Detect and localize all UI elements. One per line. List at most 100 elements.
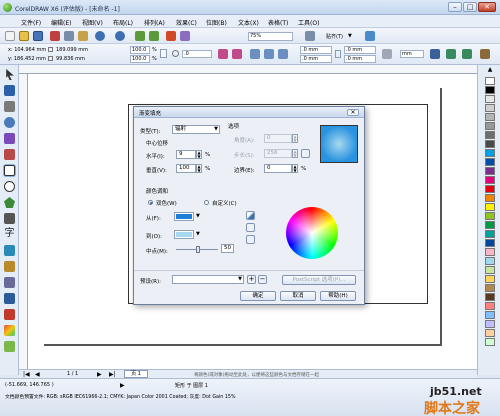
shape-tool-icon[interactable] <box>4 85 15 96</box>
edge-pad-spinner[interactable]: ▲ ▼ <box>292 164 298 173</box>
corner-radius-bottom-left[interactable]: .0 mm <box>300 55 332 63</box>
palette-swatch[interactable] <box>485 194 495 202</box>
paste-icon[interactable] <box>78 31 88 41</box>
page-tab[interactable]: 页 1 <box>124 370 148 378</box>
menu-effects[interactable]: 效果(C) <box>176 18 197 27</box>
rotation-angle-field[interactable]: .0 <box>182 50 212 58</box>
steps-input[interactable]: 256 <box>264 149 292 158</box>
palette-swatch[interactable] <box>485 284 495 292</box>
object-height[interactable]: 99.836 mm <box>56 56 85 62</box>
menu-layout[interactable]: 布局(L) <box>113 18 133 27</box>
to-back-icon[interactable] <box>462 49 472 59</box>
fill-tool-icon[interactable] <box>4 325 15 336</box>
last-page-icon[interactable]: ▶| <box>109 371 116 378</box>
minimize-button[interactable]: – <box>448 2 462 12</box>
new-document-icon[interactable] <box>5 31 15 41</box>
wrap-text-icon[interactable] <box>430 49 440 59</box>
horizontal-input[interactable]: 9 <box>176 150 196 159</box>
basic-shapes-tool-icon[interactable] <box>4 213 15 224</box>
counterclockwise-blend-icon[interactable] <box>246 223 255 232</box>
copy-icon[interactable] <box>64 31 74 41</box>
palette-scroll-up-icon[interactable]: ▲ <box>485 67 495 73</box>
lock-corners-icon[interactable] <box>335 50 341 58</box>
palette-swatch[interactable] <box>485 320 495 328</box>
application-launcher-icon[interactable] <box>180 31 190 41</box>
previous-page-icon[interactable]: ◀ <box>35 371 40 378</box>
outline-pen-tool-icon[interactable] <box>4 309 15 320</box>
maximize-button[interactable]: □ <box>463 2 477 12</box>
outline-width-field[interactable]: mm <box>400 50 424 58</box>
undo-icon[interactable] <box>95 31 105 41</box>
color-wheel[interactable] <box>286 207 338 259</box>
vertical-input[interactable]: 100 <box>176 164 196 173</box>
midpoint-input[interactable]: 50 <box>221 244 234 253</box>
corner-radius-bottom-right[interactable]: .0 mm <box>344 55 376 63</box>
pick-tool-icon[interactable] <box>6 69 14 80</box>
palette-swatch[interactable] <box>485 86 495 94</box>
palette-swatch[interactable] <box>485 140 495 148</box>
object-width[interactable]: 189.099 mm <box>56 47 88 53</box>
palette-swatch[interactable] <box>485 248 495 256</box>
eyedropper-tool-icon[interactable] <box>4 293 15 304</box>
palette-swatch[interactable] <box>485 203 495 211</box>
palette-swatch[interactable] <box>485 167 495 175</box>
smart-fill-tool-icon[interactable] <box>4 149 15 160</box>
y-position[interactable]: y: 186.452 mm <box>8 56 46 62</box>
dialog-close-button[interactable]: ✕ <box>347 109 359 116</box>
palette-swatch[interactable] <box>485 329 495 337</box>
mirror-vertical-icon[interactable] <box>232 49 242 59</box>
menu-bitmaps[interactable]: 位图(B) <box>206 18 227 27</box>
midpoint-slider-thumb[interactable] <box>196 246 200 253</box>
palette-swatch[interactable] <box>485 212 495 220</box>
menu-edit[interactable]: 编辑(E) <box>51 18 71 27</box>
chevron-down-icon[interactable]: ▼ <box>348 33 352 39</box>
clockwise-blend-icon[interactable] <box>246 235 255 244</box>
lock-ratio-icon[interactable] <box>160 49 167 58</box>
angle-input[interactable]: 0 <box>264 134 292 143</box>
x-position[interactable]: x: 104.964 mm <box>8 47 46 53</box>
edge-pad-input[interactable]: 0 <box>264 164 292 173</box>
interactive-fill-tool-icon[interactable] <box>4 341 15 352</box>
menu-file[interactable]: 文件(F) <box>21 18 41 27</box>
menu-view[interactable]: 视图(V) <box>82 18 103 27</box>
to-front-icon[interactable] <box>446 49 456 59</box>
palette-swatch[interactable] <box>485 95 495 103</box>
vertical-spinner[interactable]: ▲ ▼ <box>196 164 202 173</box>
palette-swatch[interactable] <box>485 104 495 112</box>
angle-spinner[interactable]: ▲ ▼ <box>292 134 298 143</box>
redo-icon[interactable] <box>115 31 125 41</box>
export-icon[interactable] <box>149 31 159 41</box>
corner-radius-top-right[interactable]: .0 mm <box>344 46 376 54</box>
next-page-icon[interactable]: ▶ <box>97 371 102 378</box>
custom-radio[interactable] <box>204 200 209 205</box>
blend-tool-icon[interactable] <box>4 277 15 288</box>
zoom-level-dropdown[interactable]: 75% <box>248 32 293 41</box>
close-button[interactable]: ✕ <box>478 2 496 12</box>
postscript-options-button[interactable]: PostScript 选项(P)... <box>282 275 356 285</box>
relative-corner-scaling-icon[interactable] <box>382 49 392 59</box>
save-icon[interactable] <box>33 31 43 41</box>
freehand-tool-icon[interactable] <box>4 133 15 144</box>
text-tool-icon[interactable]: 字 <box>4 229 15 240</box>
palette-swatch[interactable] <box>485 113 495 121</box>
palette-swatch[interactable] <box>485 311 495 319</box>
import-icon[interactable] <box>135 31 145 41</box>
horizontal-spinner[interactable]: ▲ ▼ <box>196 150 202 159</box>
steps-lock-icon[interactable] <box>301 149 310 158</box>
cancel-button[interactable]: 取消 <box>280 291 316 301</box>
help-button[interactable]: 帮助(H) <box>320 291 356 301</box>
add-preset-icon[interactable]: + <box>247 275 256 284</box>
ok-button[interactable]: 确定 <box>240 291 276 301</box>
scale-width-field[interactable]: 100.0 <box>130 46 150 54</box>
convert-to-curves-icon[interactable] <box>480 49 490 59</box>
connector-tool-icon[interactable] <box>4 261 15 272</box>
palette-swatch[interactable] <box>485 293 495 301</box>
publish-pdf-icon[interactable] <box>166 31 176 41</box>
two-color-radio[interactable] <box>148 200 153 205</box>
full-screen-icon[interactable] <box>305 31 315 41</box>
corner-radius-top-left[interactable]: .0 mm <box>300 46 332 54</box>
scale-height-field[interactable]: 100.0 <box>130 55 150 63</box>
type-dropdown[interactable]: 辐射 ▼ <box>172 125 220 134</box>
menu-tools[interactable]: 工具(O) <box>298 18 319 27</box>
palette-swatch[interactable] <box>485 338 495 346</box>
